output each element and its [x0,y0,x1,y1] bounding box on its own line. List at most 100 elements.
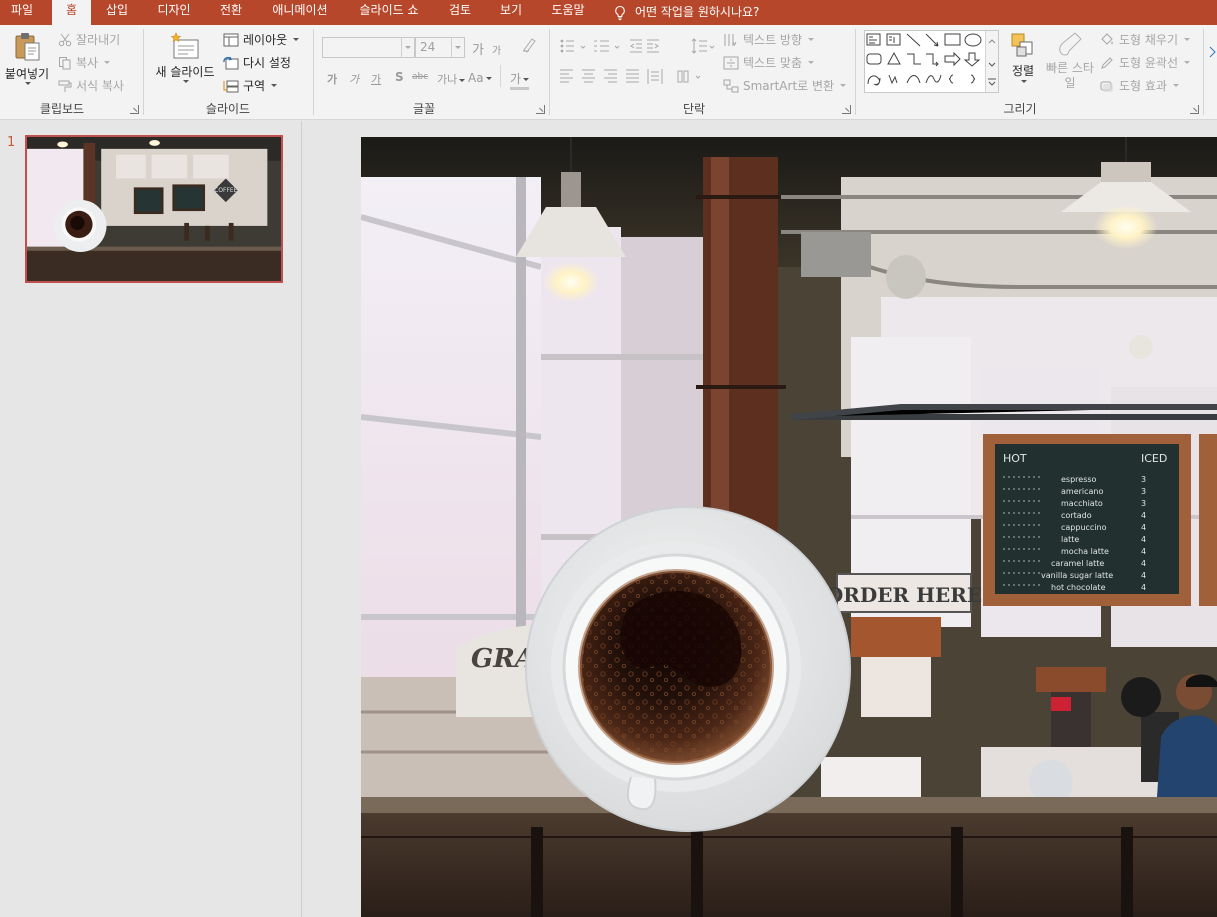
slide-editor: HOT ICED espresso americano macchiato co… [303,121,1217,917]
reset-button[interactable]: 다시 설정 [223,54,291,71]
paragraph-group-label: 단락 [682,102,706,116]
ribbon: 붙여넣기 잘라내기 복사 서식 복사 클립보드 새 슬라이드 레이아웃 다시 설… [0,25,1217,120]
clipboard-launcher-icon[interactable] [130,105,139,114]
chevron-down-icon [459,78,466,82]
menu-item: espresso [1061,475,1097,484]
shapes-gallery[interactable] [864,30,999,93]
shape-outline-button[interactable]: 도형 윤곽선 [1099,54,1191,71]
slide-canvas[interactable]: HOT ICED espresso americano macchiato co… [361,137,1217,917]
tab-help[interactable]: 도움말 [544,0,592,25]
slide-thumbnail-pane: 1 COFFEE [0,121,302,917]
new-slide-label: 새 슬라이드 [155,65,215,79]
tab-animations[interactable]: 애니메이션 [264,0,336,25]
reset-label: 다시 설정 [243,56,291,70]
tab-design[interactable]: 디자인 [150,0,198,25]
font-group-label: 글꼴 [412,102,436,116]
chevron-down-icon [1021,80,1027,83]
layout-label: 레이아웃 [243,33,288,47]
bold-button[interactable]: 가 [327,71,337,87]
tell-me-search[interactable]: 어떤 작업을 원하시나요? [612,0,759,25]
paste-button[interactable]: 붙여넣기 [3,31,51,85]
font-size-value: 24 [420,40,436,54]
paragraph-row2-icons [560,69,701,84]
scissors-icon [58,33,72,46]
chevron-down-icon [485,77,492,80]
paragraph-launcher-icon[interactable] [842,105,851,114]
chevron-down-icon [808,61,815,64]
group-divider [1203,29,1204,115]
tab-file[interactable]: 파일 [0,0,44,25]
text-shadow-button[interactable]: S [395,70,404,84]
chevron-down-icon [271,84,278,87]
align-text-button[interactable]: 텍스트 맞춤 [723,54,815,71]
copy-label: 복사 [76,56,99,70]
reset-icon [223,56,239,69]
copy-icon [59,56,71,69]
group-divider [549,29,550,115]
tab-view[interactable]: 보기 [492,0,530,25]
char-spacing-button[interactable]: 가나 [437,71,466,87]
layout-icon [223,33,239,46]
menu-item: vanilla sugar latte [1041,571,1113,580]
tab-review[interactable]: 검토 [441,0,479,25]
shape-effects-label: 도형 효과 [1119,79,1167,93]
menu-price: 4 [1141,571,1146,580]
menu-item: macchiato [1061,499,1103,508]
slides-group-label: 슬라이드 [205,102,251,116]
thumbnail-image: COFFEE [27,137,281,281]
underline-button[interactable]: 가 [371,71,381,87]
drawing-launcher-icon[interactable] [1190,105,1199,114]
menu-iced-label: ICED [1141,452,1167,465]
strikethrough-button[interactable]: abc [412,72,428,82]
copy-button[interactable]: 복사 [58,54,111,71]
tab-slideshow[interactable]: 슬라이드 쇼 [350,0,428,25]
section-label: 구역 [243,79,266,93]
smartart-label: SmartArt로 변환 [743,79,835,93]
group-divider [313,29,314,115]
new-slide-button[interactable]: 새 슬라이드 [152,31,218,83]
section-button[interactable]: 구역 [223,77,278,94]
quick-styles-button[interactable]: 빠른 스타일 [1046,31,1094,91]
menu-price: 4 [1141,559,1146,568]
menu-hot-label: HOT [1003,452,1027,465]
char-spacing-label: 가나 [437,73,458,86]
group-divider [143,29,144,115]
clear-formatting-icon[interactable] [520,36,538,54]
shape-fill-button[interactable]: 도형 채우기 [1099,31,1191,48]
slide-number: 1 [7,135,16,150]
chevron-down-icon [25,82,31,85]
clipboard-group-label: 클립보드 [39,102,85,116]
text-direction-button[interactable]: 텍스트 방향 [723,31,815,48]
shape-effects-icon [1100,81,1113,92]
chevron-down-icon [808,38,815,41]
format-painter-label: 서식 복사 [76,79,124,93]
tab-home[interactable]: 홈 [52,0,91,25]
find-icon[interactable] [1208,45,1217,59]
smartart-button[interactable]: SmartArt로 변환 [723,77,847,94]
grow-font-button[interactable]: 가 [472,39,484,58]
chevron-down-icon [183,80,189,83]
shrink-font-button[interactable]: 가 [492,42,501,57]
shapes-gallery-scroll[interactable] [985,31,998,92]
font-name-combo[interactable] [322,37,415,58]
font-launcher-icon[interactable] [536,105,545,114]
shape-effects-button[interactable]: 도형 효과 [1099,77,1179,94]
cut-button[interactable]: 잘라내기 [58,31,120,48]
slide-thumbnail[interactable]: COFFEE [25,135,283,283]
change-case-button[interactable]: Aa [468,71,492,85]
font-color-label: 가 [510,72,522,86]
tab-transitions[interactable]: 전환 [212,0,250,25]
layout-button[interactable]: 레이아웃 [223,31,300,48]
format-painter-button[interactable]: 서식 복사 [58,77,124,94]
font-color-button[interactable]: 가 [510,70,530,90]
align-text-icon [723,56,739,69]
menu-item: latte [1061,535,1079,544]
menu-price: 3 [1141,499,1146,508]
thumb-sign-text: COFFEE [214,187,237,194]
italic-button[interactable]: 가 [349,71,359,87]
arrange-icon [1011,33,1033,57]
tab-insert[interactable]: 삽입 [96,0,138,25]
font-size-combo[interactable]: 24 [415,37,465,58]
menu-item: caramel latte [1051,559,1104,568]
arrange-button[interactable]: 정렬 [1006,31,1040,83]
